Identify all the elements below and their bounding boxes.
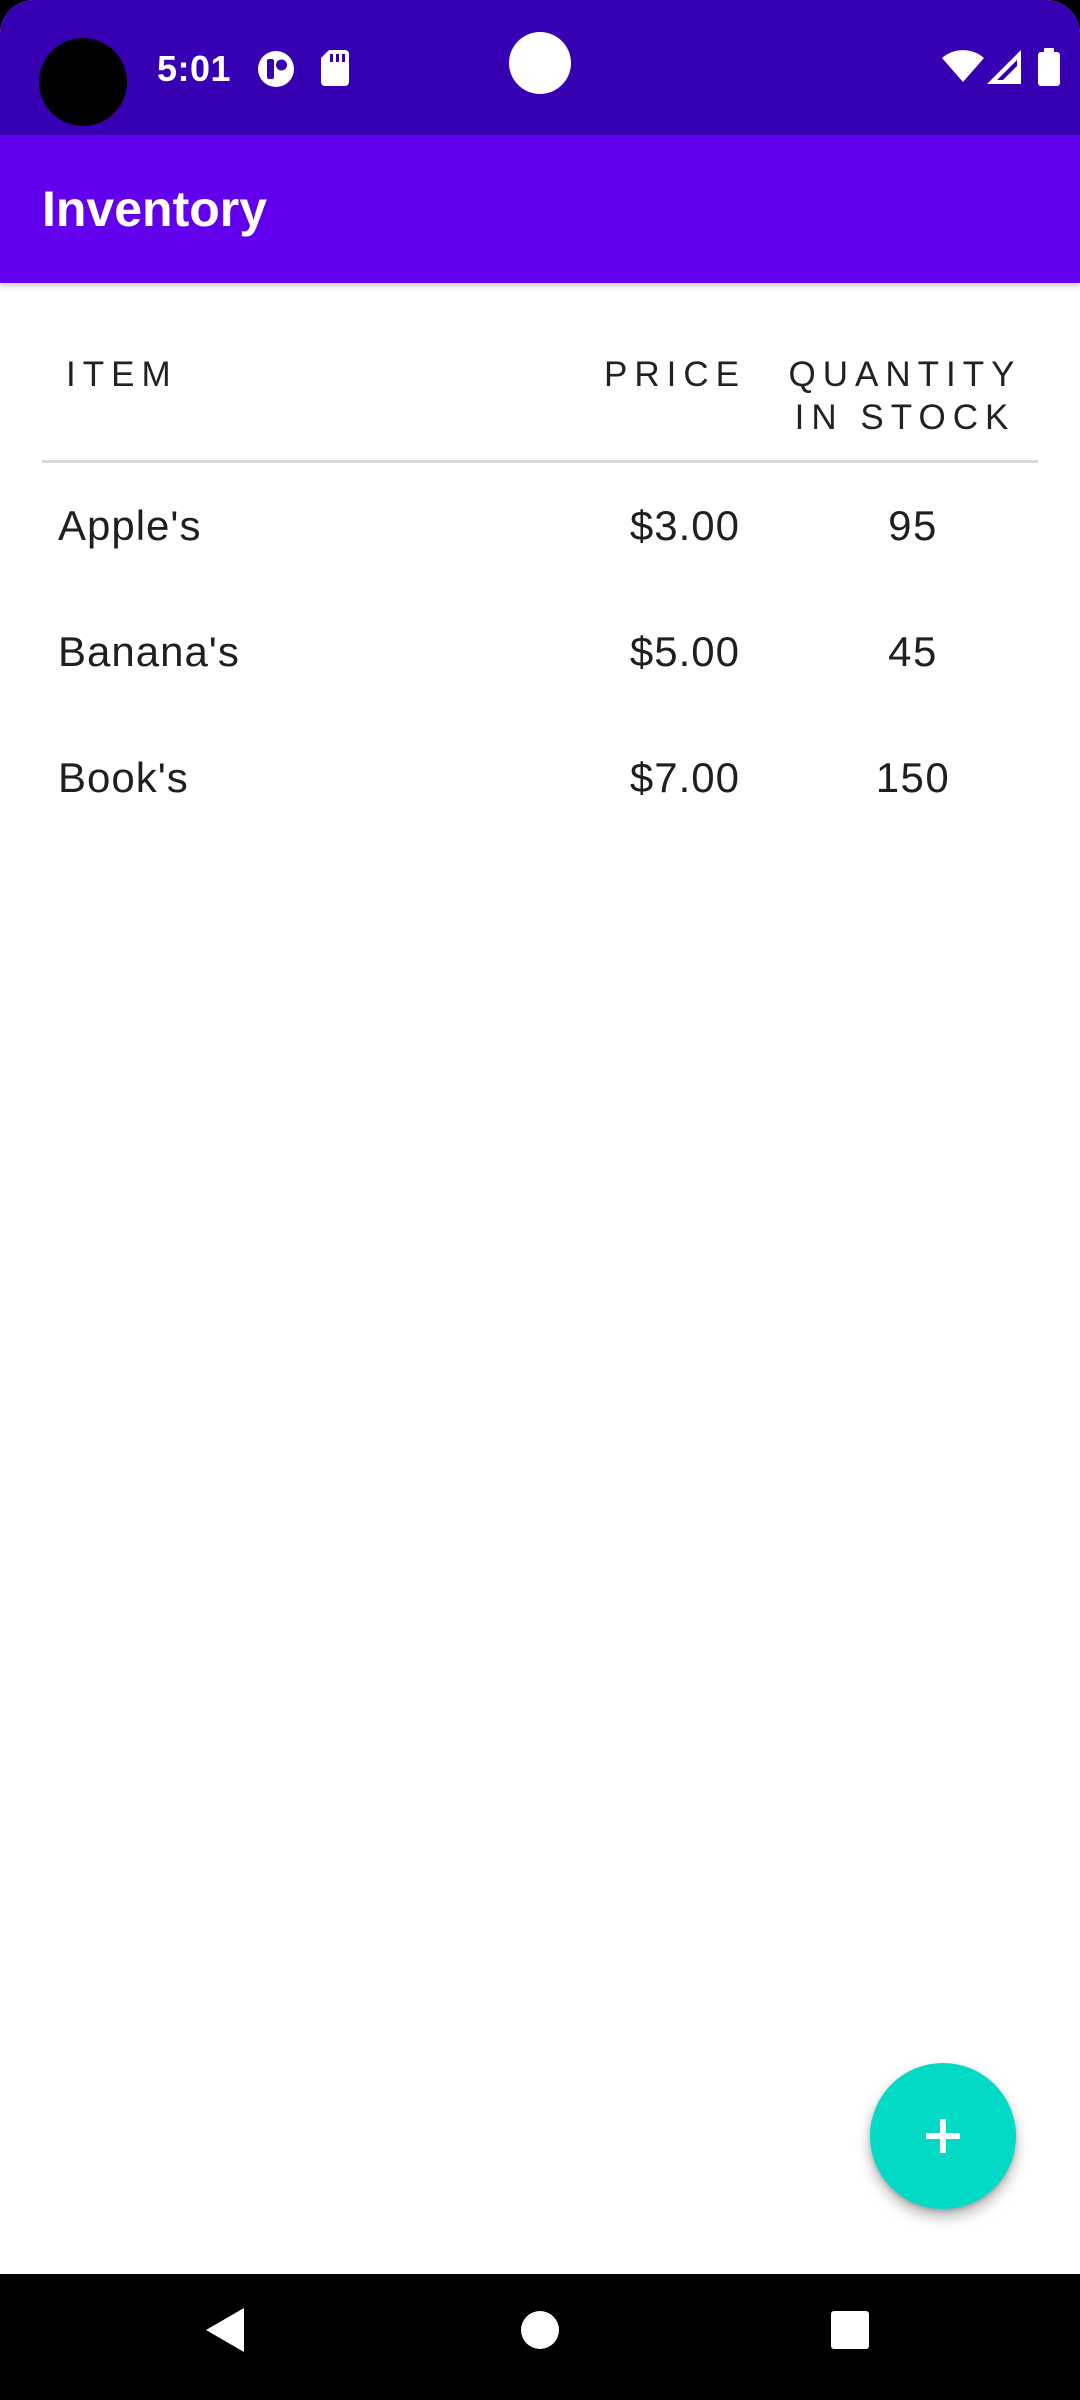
column-header-price: PRICE xyxy=(604,355,746,394)
plus-icon xyxy=(926,2119,960,2153)
table-header: ITEM PRICE QUANTITY IN STOCK xyxy=(0,283,1080,463)
row-item-price: $5.00 xyxy=(629,628,740,675)
row-item-name: Banana's xyxy=(58,628,240,675)
row-item-quantity: 95 xyxy=(888,502,938,549)
table-row[interactable]: Apple's $3.00 95 xyxy=(0,465,1080,591)
sd-card-icon xyxy=(321,50,349,86)
column-header-item: ITEM xyxy=(66,355,178,394)
battery-icon xyxy=(1038,48,1060,86)
table-row[interactable]: Banana's $5.00 45 xyxy=(0,591,1080,717)
wifi-icon xyxy=(942,50,984,82)
status-time: 5:01 xyxy=(157,48,232,89)
column-header-quantity: QUANTITY IN STOCK xyxy=(785,353,1025,439)
back-icon[interactable] xyxy=(196,2300,256,2360)
row-item-name: Apple's xyxy=(58,502,202,549)
cellular-signal-icon xyxy=(987,50,1021,84)
header-divider xyxy=(42,460,1038,463)
app-bar: Inventory xyxy=(0,135,1080,283)
recents-icon[interactable] xyxy=(820,2300,880,2360)
row-item-name: Book's xyxy=(58,754,189,801)
app-title: Inventory xyxy=(42,181,268,237)
home-icon[interactable] xyxy=(510,2300,570,2360)
app-screen: 5:01 Inventory ITEM PRICE QUANTITY IN ST… xyxy=(0,0,1080,2400)
notification-dot-icon xyxy=(509,32,571,94)
column-header-quantity-line2: IN STOCK xyxy=(794,398,1016,437)
column-header-quantity-line1: QUANTITY xyxy=(788,355,1022,394)
add-item-button[interactable] xyxy=(870,2063,1016,2209)
row-item-price: $7.00 xyxy=(629,754,740,801)
row-item-quantity: 45 xyxy=(888,628,938,675)
row-item-price: $3.00 xyxy=(629,502,740,549)
camera-cutout-icon xyxy=(39,38,127,126)
table-row[interactable]: Book's $7.00 150 xyxy=(0,717,1080,843)
app-notification-icon xyxy=(258,51,294,87)
row-item-quantity: 150 xyxy=(875,754,951,801)
navigation-bar xyxy=(0,2274,1080,2400)
status-bar: 5:01 xyxy=(0,0,1080,135)
